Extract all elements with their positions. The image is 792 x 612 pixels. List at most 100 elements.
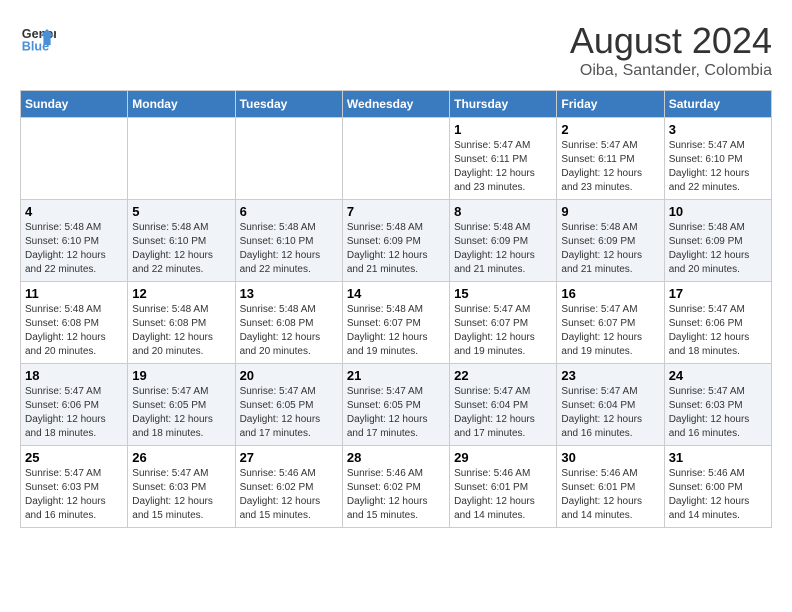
day-info: Sunrise: 5:48 AM Sunset: 6:10 PM Dayligh… bbox=[132, 221, 230, 277]
day-number: 2 bbox=[561, 122, 659, 137]
page-subtitle: Oiba, Santander, Colombia bbox=[570, 62, 772, 80]
calendar-cell: 29 Sunrise: 5:46 AM Sunset: 6:01 PM Dayli… bbox=[450, 446, 557, 528]
calendar-cell: 14 Sunrise: 5:48 AM Sunset: 6:07 PM Dayli… bbox=[342, 282, 449, 364]
day-info: Sunrise: 5:47 AM Sunset: 6:05 PM Dayligh… bbox=[132, 385, 230, 441]
day-number: 13 bbox=[240, 286, 338, 301]
day-number: 9 bbox=[561, 204, 659, 219]
day-number: 12 bbox=[132, 286, 230, 301]
day-number: 25 bbox=[25, 450, 123, 465]
day-number: 3 bbox=[669, 122, 767, 137]
weekday-header: Friday bbox=[557, 91, 664, 118]
calendar-table: SundayMondayTuesdayWednesdayThursdayFrid… bbox=[20, 90, 772, 528]
calendar-cell: 7Sunrise: 5:48 AM Sunset: 6:09 PM Daylig… bbox=[342, 200, 449, 282]
day-number: 26 bbox=[132, 450, 230, 465]
logo-icon: General Blue bbox=[20, 20, 56, 56]
day-number: 21 bbox=[347, 368, 445, 383]
calendar-cell: 18 Sunrise: 5:47 AM Sunset: 6:06 PM Dayli… bbox=[21, 364, 128, 446]
day-number: 10 bbox=[669, 204, 767, 219]
day-info: Sunrise: 5:47 AM Sunset: 6:06 PM Dayligh… bbox=[669, 303, 767, 359]
day-number: 19 bbox=[132, 368, 230, 383]
day-info: Sunrise: 5:47 AM Sunset: 6:07 PM Dayligh… bbox=[454, 303, 552, 359]
day-info: Sunrise: 5:47 AM Sunset: 6:03 PM Dayligh… bbox=[132, 467, 230, 523]
day-number: 14 bbox=[347, 286, 445, 301]
calendar-cell: 27 Sunrise: 5:46 AM Sunset: 6:02 PM Dayli… bbox=[235, 446, 342, 528]
day-info: Sunrise: 5:48 AM Sunset: 6:09 PM Dayligh… bbox=[454, 221, 552, 277]
day-info: Sunrise: 5:47 AM Sunset: 6:11 PM Dayligh… bbox=[454, 139, 552, 195]
calendar-cell: 3Sunrise: 5:47 AM Sunset: 6:10 PM Daylig… bbox=[664, 118, 771, 200]
calendar-week-row: 18 Sunrise: 5:47 AM Sunset: 6:06 PM Dayli… bbox=[21, 364, 772, 446]
day-number: 22 bbox=[454, 368, 552, 383]
day-info: Sunrise: 5:48 AM Sunset: 6:08 PM Dayligh… bbox=[132, 303, 230, 359]
day-info: Sunrise: 5:47 AM Sunset: 6:11 PM Dayligh… bbox=[561, 139, 659, 195]
calendar-cell: 17 Sunrise: 5:47 AM Sunset: 6:06 PM Dayli… bbox=[664, 282, 771, 364]
weekday-header: Tuesday bbox=[235, 91, 342, 118]
calendar-cell: 5 Sunrise: 5:48 AM Sunset: 6:10 PM Daylig… bbox=[128, 200, 235, 282]
day-number: 27 bbox=[240, 450, 338, 465]
day-number: 5 bbox=[132, 204, 230, 219]
day-info: Sunrise: 5:48 AM Sunset: 6:08 PM Dayligh… bbox=[25, 303, 123, 359]
day-info: Sunrise: 5:47 AM Sunset: 6:05 PM Dayligh… bbox=[240, 385, 338, 441]
calendar-cell: 9 Sunrise: 5:48 AM Sunset: 6:09 PM Daylig… bbox=[557, 200, 664, 282]
day-number: 7 bbox=[347, 204, 445, 219]
day-number: 30 bbox=[561, 450, 659, 465]
calendar-cell: 23Sunrise: 5:47 AM Sunset: 6:04 PM Dayli… bbox=[557, 364, 664, 446]
calendar-cell: 20 Sunrise: 5:47 AM Sunset: 6:05 PM Dayli… bbox=[235, 364, 342, 446]
calendar-cell: 1Sunrise: 5:47 AM Sunset: 6:11 PM Daylig… bbox=[450, 118, 557, 200]
calendar-cell: 26 Sunrise: 5:47 AM Sunset: 6:03 PM Dayli… bbox=[128, 446, 235, 528]
calendar-cell bbox=[235, 118, 342, 200]
day-info: Sunrise: 5:47 AM Sunset: 6:06 PM Dayligh… bbox=[25, 385, 123, 441]
calendar-cell: 16 Sunrise: 5:47 AM Sunset: 6:07 PM Dayli… bbox=[557, 282, 664, 364]
day-info: Sunrise: 5:47 AM Sunset: 6:04 PM Dayligh… bbox=[454, 385, 552, 441]
day-number: 6 bbox=[240, 204, 338, 219]
day-number: 29 bbox=[454, 450, 552, 465]
calendar-week-row: 25 Sunrise: 5:47 AM Sunset: 6:03 PM Dayli… bbox=[21, 446, 772, 528]
day-info: Sunrise: 5:47 AM Sunset: 6:03 PM Dayligh… bbox=[25, 467, 123, 523]
calendar-cell: 24Sunrise: 5:47 AM Sunset: 6:03 PM Dayli… bbox=[664, 364, 771, 446]
weekday-header: Sunday bbox=[21, 91, 128, 118]
day-info: Sunrise: 5:47 AM Sunset: 6:07 PM Dayligh… bbox=[561, 303, 659, 359]
weekday-header: Saturday bbox=[664, 91, 771, 118]
calendar-cell: 22 Sunrise: 5:47 AM Sunset: 6:04 PM Dayli… bbox=[450, 364, 557, 446]
day-info: Sunrise: 5:48 AM Sunset: 6:08 PM Dayligh… bbox=[240, 303, 338, 359]
calendar-cell bbox=[21, 118, 128, 200]
calendar-cell: 12 Sunrise: 5:48 AM Sunset: 6:08 PM Dayli… bbox=[128, 282, 235, 364]
day-number: 18 bbox=[25, 368, 123, 383]
day-info: Sunrise: 5:48 AM Sunset: 6:07 PM Dayligh… bbox=[347, 303, 445, 359]
calendar-cell: 10Sunrise: 5:48 AM Sunset: 6:09 PM Dayli… bbox=[664, 200, 771, 282]
calendar-header-row: SundayMondayTuesdayWednesdayThursdayFrid… bbox=[21, 91, 772, 118]
calendar-cell: 31 Sunrise: 5:46 AM Sunset: 6:00 PM Dayli… bbox=[664, 446, 771, 528]
day-info: Sunrise: 5:47 AM Sunset: 6:04 PM Dayligh… bbox=[561, 385, 659, 441]
calendar-cell: 25 Sunrise: 5:47 AM Sunset: 6:03 PM Dayli… bbox=[21, 446, 128, 528]
day-info: Sunrise: 5:47 AM Sunset: 6:05 PM Dayligh… bbox=[347, 385, 445, 441]
day-info: Sunrise: 5:46 AM Sunset: 6:00 PM Dayligh… bbox=[669, 467, 767, 523]
day-info: Sunrise: 5:46 AM Sunset: 6:01 PM Dayligh… bbox=[561, 467, 659, 523]
calendar-cell: 30 Sunrise: 5:46 AM Sunset: 6:01 PM Dayli… bbox=[557, 446, 664, 528]
calendar-cell: 4Sunrise: 5:48 AM Sunset: 6:10 PM Daylig… bbox=[21, 200, 128, 282]
page-header: General Blue August 2024 Oiba, Santander… bbox=[20, 20, 772, 80]
day-number: 28 bbox=[347, 450, 445, 465]
page-title: August 2024 bbox=[570, 20, 772, 62]
calendar-week-row: 4Sunrise: 5:48 AM Sunset: 6:10 PM Daylig… bbox=[21, 200, 772, 282]
calendar-cell: 21 Sunrise: 5:47 AM Sunset: 6:05 PM Dayli… bbox=[342, 364, 449, 446]
day-number: 16 bbox=[561, 286, 659, 301]
day-info: Sunrise: 5:48 AM Sunset: 6:10 PM Dayligh… bbox=[25, 221, 123, 277]
calendar-cell: 8 Sunrise: 5:48 AM Sunset: 6:09 PM Daylig… bbox=[450, 200, 557, 282]
weekday-header: Wednesday bbox=[342, 91, 449, 118]
day-number: 17 bbox=[669, 286, 767, 301]
calendar-cell bbox=[342, 118, 449, 200]
logo: General Blue bbox=[20, 20, 56, 56]
day-info: Sunrise: 5:46 AM Sunset: 6:01 PM Dayligh… bbox=[454, 467, 552, 523]
day-info: Sunrise: 5:47 AM Sunset: 6:03 PM Dayligh… bbox=[669, 385, 767, 441]
day-number: 31 bbox=[669, 450, 767, 465]
day-number: 8 bbox=[454, 204, 552, 219]
weekday-header: Thursday bbox=[450, 91, 557, 118]
day-info: Sunrise: 5:46 AM Sunset: 6:02 PM Dayligh… bbox=[240, 467, 338, 523]
calendar-week-row: 1Sunrise: 5:47 AM Sunset: 6:11 PM Daylig… bbox=[21, 118, 772, 200]
calendar-cell: 2 Sunrise: 5:47 AM Sunset: 6:11 PM Daylig… bbox=[557, 118, 664, 200]
day-number: 15 bbox=[454, 286, 552, 301]
calendar-cell: 13 Sunrise: 5:48 AM Sunset: 6:08 PM Dayli… bbox=[235, 282, 342, 364]
title-block: August 2024 Oiba, Santander, Colombia bbox=[570, 20, 772, 80]
day-number: 20 bbox=[240, 368, 338, 383]
day-info: Sunrise: 5:48 AM Sunset: 6:09 PM Dayligh… bbox=[561, 221, 659, 277]
day-info: Sunrise: 5:48 AM Sunset: 6:10 PM Dayligh… bbox=[240, 221, 338, 277]
